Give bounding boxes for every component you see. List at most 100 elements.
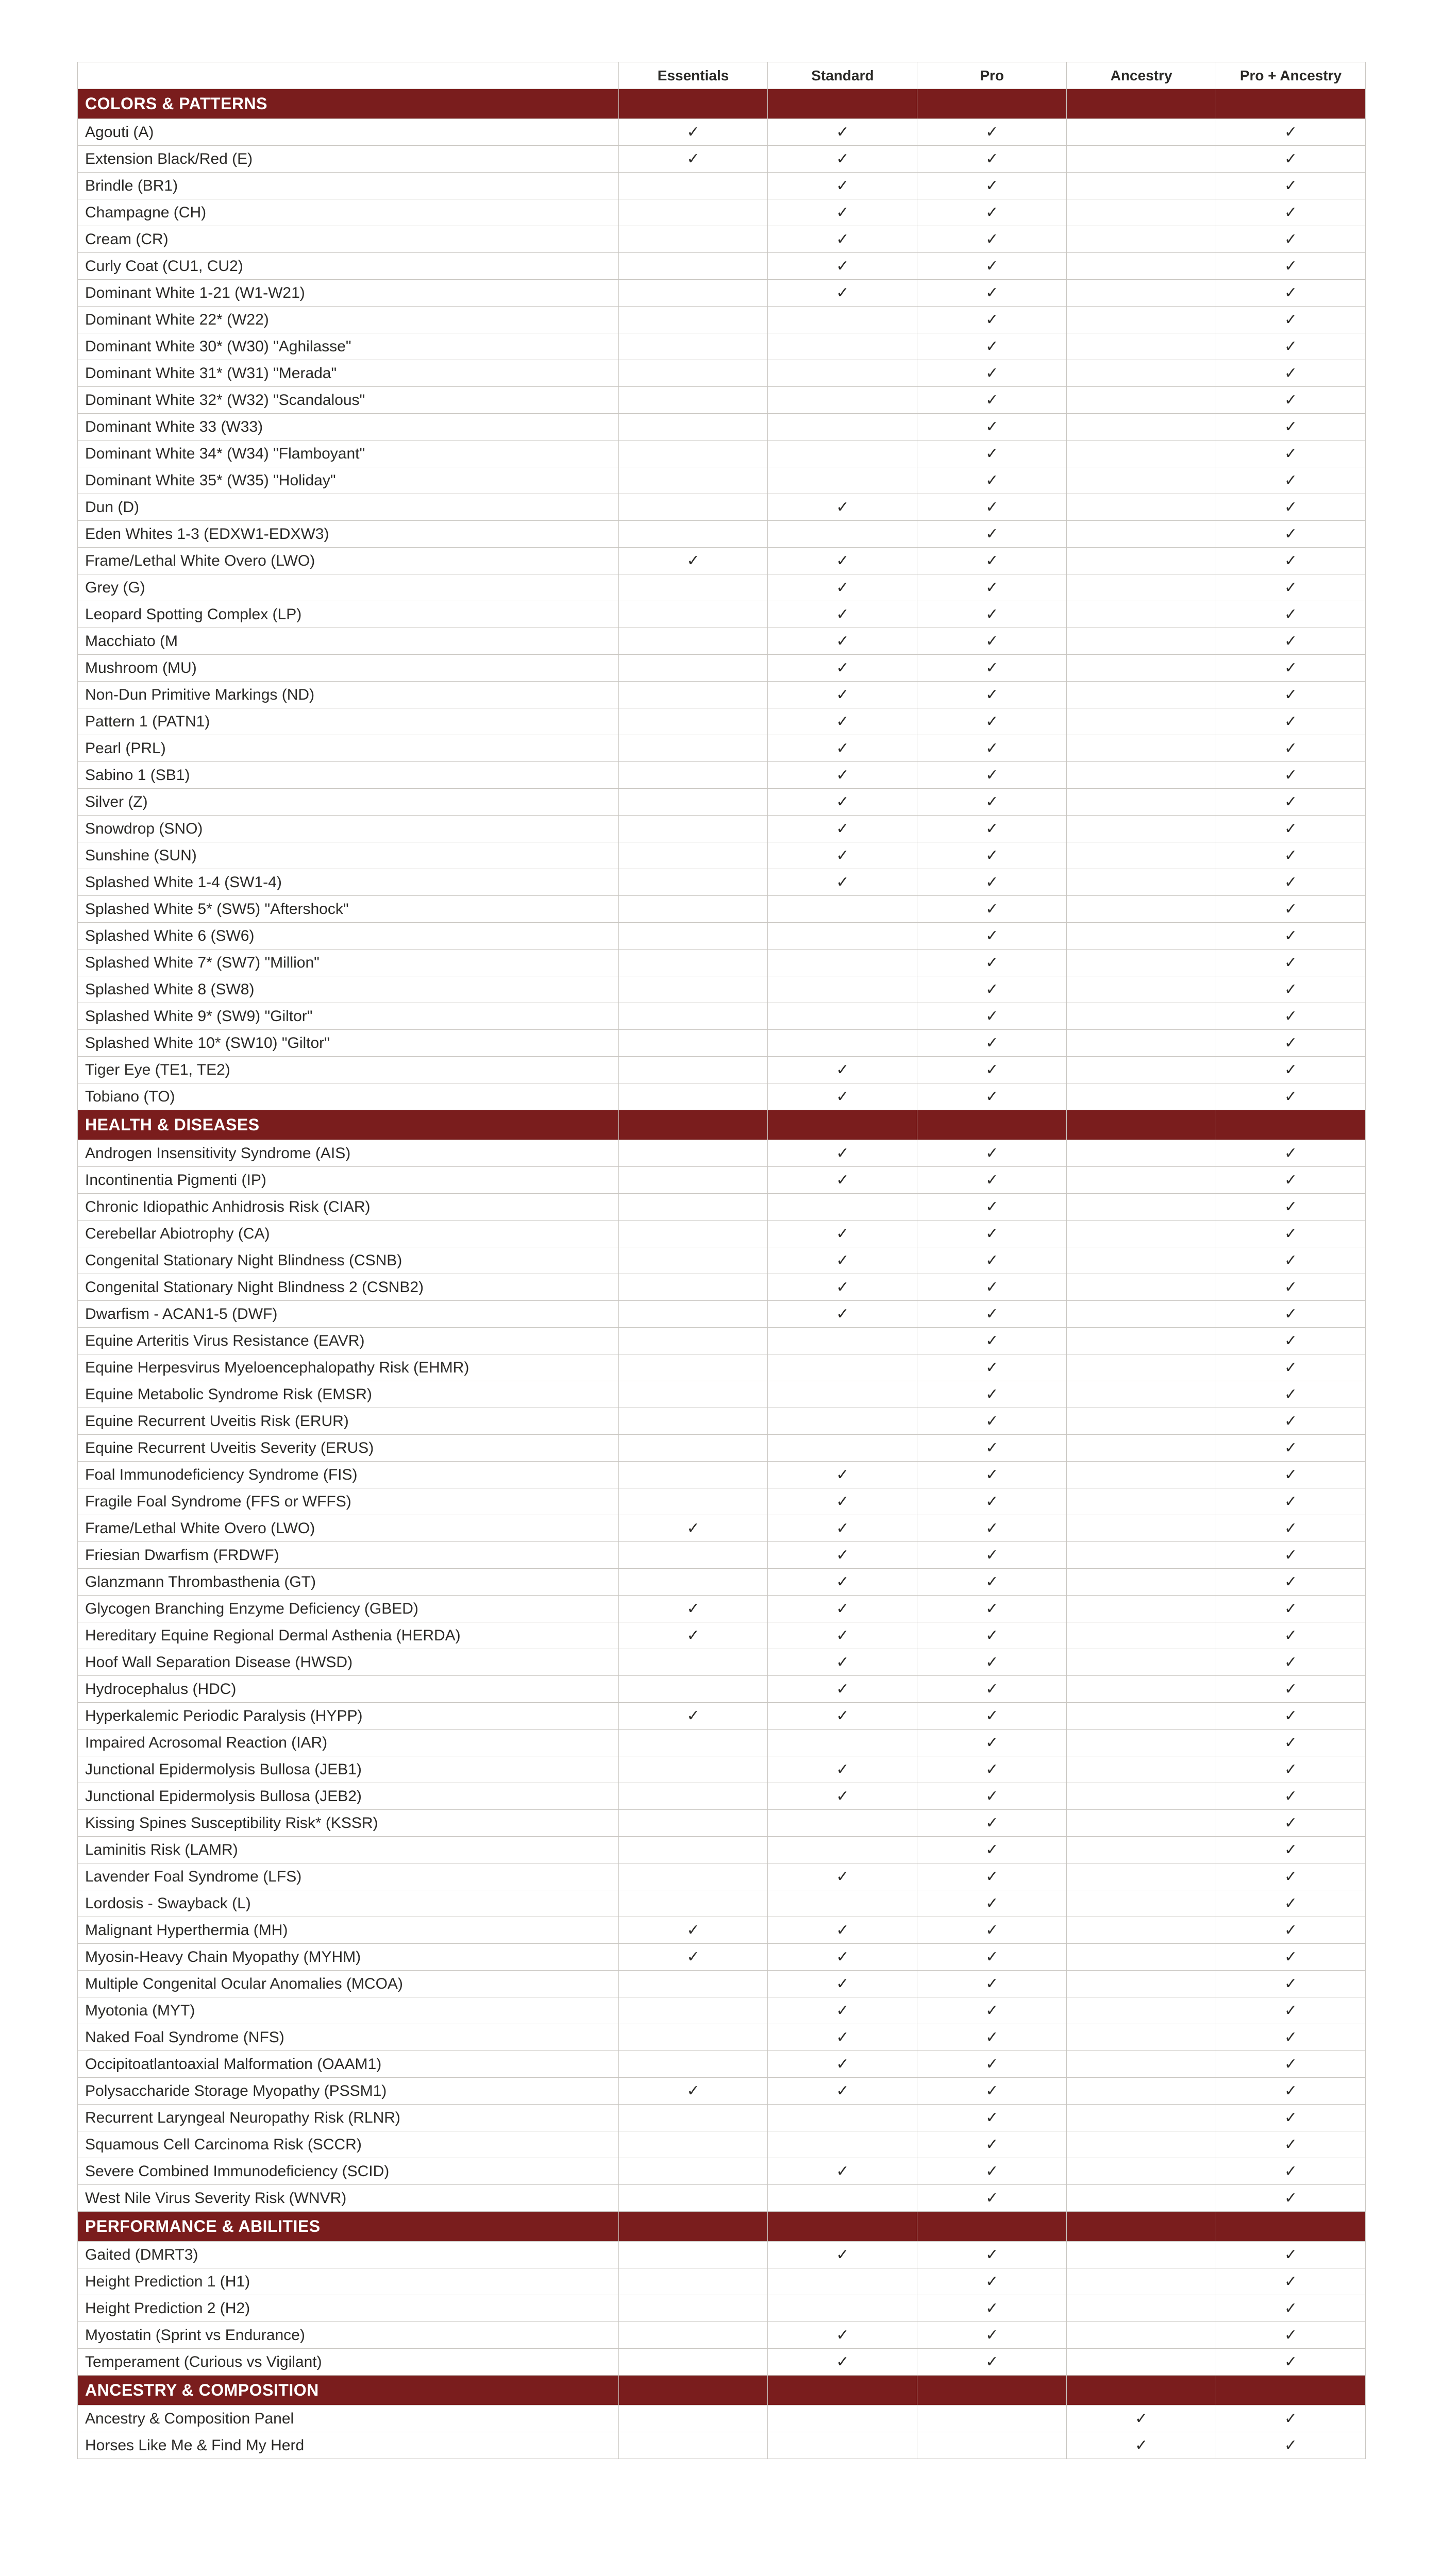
section-blank xyxy=(768,2212,917,2242)
table-row: Dun (D)✓✓✓ xyxy=(78,494,1366,521)
table-row: Equine Recurrent Uveitis Risk (ERUR)✓✓ xyxy=(78,1408,1366,1435)
check-icon: ✓ xyxy=(1284,150,1297,167)
plan-cell xyxy=(618,950,768,976)
plan-cell: ✓ xyxy=(917,1381,1067,1408)
plan-cell: ✓ xyxy=(1216,1030,1366,1057)
plan-cell xyxy=(768,2295,917,2322)
plan-cell: ✓ xyxy=(917,2295,1067,2322)
section-blank xyxy=(1067,2376,1216,2405)
plan-cell: ✓ xyxy=(917,1676,1067,1703)
row-label: Congenital Stationary Night Blindness 2 … xyxy=(78,1274,619,1301)
plan-cell: ✓ xyxy=(917,1435,1067,1462)
plan-cell xyxy=(768,2131,917,2158)
row-label: Sabino 1 (SB1) xyxy=(78,762,619,789)
plan-cell: ✓ xyxy=(1216,1381,1366,1408)
check-icon: ✓ xyxy=(1284,552,1297,569)
table-row: Severe Combined Immunodeficiency (SCID)✓… xyxy=(78,2158,1366,2185)
check-icon: ✓ xyxy=(1284,1788,1297,1805)
plan-cell: ✓ xyxy=(917,2051,1067,2078)
plan-cell: ✓ xyxy=(1216,1676,1366,1703)
plan-cell xyxy=(618,2131,768,2158)
plan-cell: ✓ xyxy=(917,896,1067,923)
plan-cell xyxy=(917,2405,1067,2432)
plan-cell: ✓ xyxy=(1216,628,1366,655)
table-row: Dominant White 22* (W22)✓✓ xyxy=(78,307,1366,333)
plan-cell xyxy=(1067,789,1216,816)
plan-cell: ✓ xyxy=(917,2268,1067,2295)
plan-cell xyxy=(618,467,768,494)
plan-cell xyxy=(1067,307,1216,333)
plan-cell xyxy=(618,1247,768,1274)
row-label: Height Prediction 1 (H1) xyxy=(78,2268,619,2295)
plan-cell: ✓ xyxy=(917,146,1067,173)
section-title: HEALTH & DISEASES xyxy=(78,1110,619,1140)
plan-cell: ✓ xyxy=(1216,1944,1366,1971)
check-icon: ✓ xyxy=(1284,1868,1297,1885)
table-row: Extension Black/Red (E)✓✓✓✓ xyxy=(78,146,1366,173)
plan-cell xyxy=(1067,521,1216,548)
plan-cell: ✓ xyxy=(768,1917,917,1944)
plan-cell xyxy=(768,1730,917,1756)
check-icon: ✓ xyxy=(985,1868,998,1885)
plan-cell: ✓ xyxy=(1216,869,1366,896)
plan-cell xyxy=(1067,923,1216,950)
row-label: Eden Whites 1-3 (EDXW1-EDXW3) xyxy=(78,521,619,548)
plan-cell xyxy=(618,1221,768,1247)
plan-cell: ✓ xyxy=(768,1301,917,1328)
check-icon: ✓ xyxy=(985,1788,998,1805)
plan-cell xyxy=(1067,1622,1216,1649)
plan-cell: ✓ xyxy=(1216,307,1366,333)
row-label: Laminitis Risk (LAMR) xyxy=(78,1837,619,1863)
plan-cell: ✓ xyxy=(618,1596,768,1622)
header-plan: Standard xyxy=(768,62,917,89)
check-icon: ✓ xyxy=(985,499,998,516)
check-icon: ✓ xyxy=(1284,1088,1297,1105)
plan-cell: ✓ xyxy=(1216,1435,1366,1462)
plan-cell: ✓ xyxy=(1216,2295,1366,2322)
check-icon: ✓ xyxy=(1284,365,1297,382)
check-icon: ✓ xyxy=(1284,392,1297,409)
check-icon: ✓ xyxy=(1284,1198,1297,1215)
check-icon: ✓ xyxy=(1284,2300,1297,2317)
check-icon: ✓ xyxy=(985,659,998,676)
row-label: Myostatin (Sprint vs Endurance) xyxy=(78,2322,619,2349)
plan-cell xyxy=(1067,1917,1216,1944)
plan-cell: ✓ xyxy=(917,307,1067,333)
plan-cell: ✓ xyxy=(1216,735,1366,762)
check-icon: ✓ xyxy=(985,767,998,784)
check-icon: ✓ xyxy=(985,1035,998,1052)
check-icon: ✓ xyxy=(985,2163,998,2180)
plan-cell: ✓ xyxy=(1216,494,1366,521)
check-icon: ✓ xyxy=(1284,1439,1297,1456)
plan-cell: ✓ xyxy=(917,1301,1067,1328)
check-icon: ✓ xyxy=(985,552,998,569)
table-row: Dwarfism - ACAN1-5 (DWF)✓✓✓ xyxy=(78,1301,1366,1328)
row-label: Temperament (Curious vs Vigilant) xyxy=(78,2349,619,2376)
plan-cell xyxy=(1067,1301,1216,1328)
plan-cell xyxy=(618,173,768,199)
plan-cell xyxy=(1067,628,1216,655)
plan-cell: ✓ xyxy=(1216,1221,1366,1247)
plan-cell xyxy=(1067,655,1216,682)
check-icon: ✓ xyxy=(985,1172,998,1189)
check-icon: ✓ xyxy=(985,1493,998,1510)
plan-cell: ✓ xyxy=(917,1488,1067,1515)
table-row: Pattern 1 (PATN1)✓✓✓ xyxy=(78,708,1366,735)
check-icon: ✓ xyxy=(1284,2163,1297,2180)
row-label: Non-Dun Primitive Markings (ND) xyxy=(78,682,619,708)
header-plan: Pro + Ancestry xyxy=(1216,62,1366,89)
plan-cell xyxy=(768,360,917,387)
table-row: Hydrocephalus (HDC)✓✓✓ xyxy=(78,1676,1366,1703)
plan-cell xyxy=(1067,1221,1216,1247)
table-row: Macchiato (M✓✓✓ xyxy=(78,628,1366,655)
section-title: PERFORMANCE & ABILITIES xyxy=(78,2212,619,2242)
table-row: Dominant White 35* (W35) "Holiday"✓✓ xyxy=(78,467,1366,494)
plan-cell xyxy=(1067,280,1216,307)
table-row: Incontinentia Pigmenti (IP)✓✓✓ xyxy=(78,1167,1366,1194)
plan-cell xyxy=(618,789,768,816)
check-icon: ✓ xyxy=(1284,1681,1297,1698)
row-label: Dominant White 31* (W31) "Merada" xyxy=(78,360,619,387)
check-icon: ✓ xyxy=(836,258,849,275)
plan-cell: ✓ xyxy=(768,2024,917,2051)
plan-cell: ✓ xyxy=(1216,682,1366,708)
